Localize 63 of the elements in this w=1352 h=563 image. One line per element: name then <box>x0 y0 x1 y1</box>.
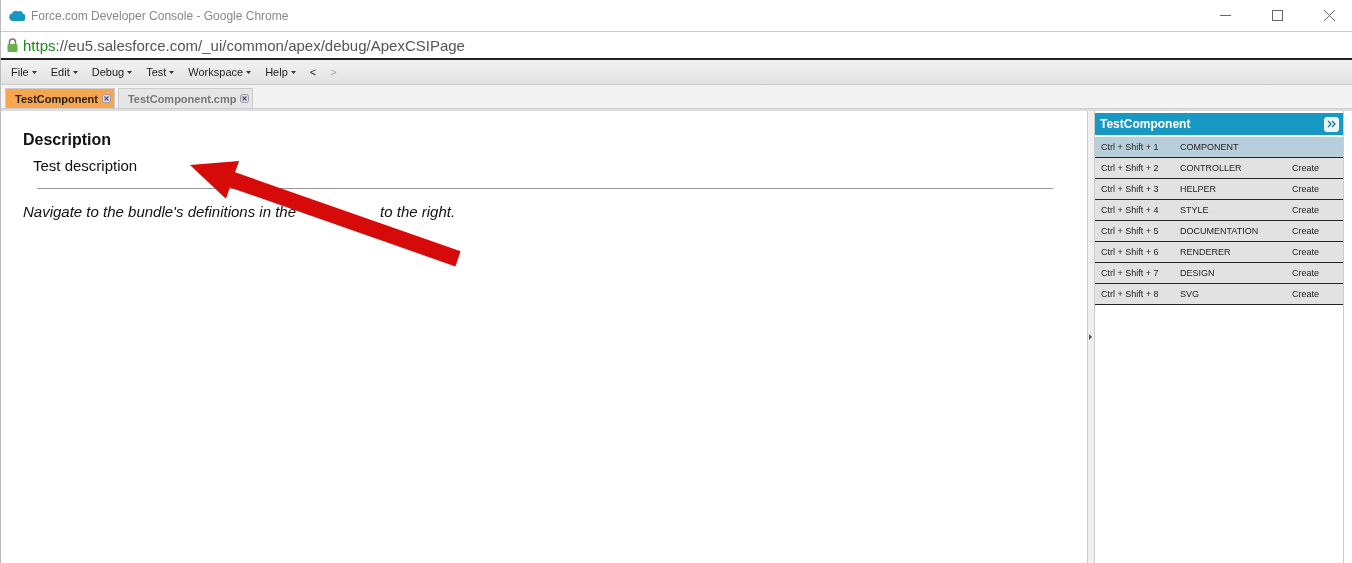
shortcut-text: Ctrl + Shift + 1 <box>1101 142 1160 152</box>
shortcut-text: Ctrl + Shift + 8 <box>1101 289 1160 299</box>
close-icon[interactable] <box>240 94 250 103</box>
bundle-row[interactable]: Ctrl + Shift + 7 DESIGN Create <box>1095 263 1343 284</box>
create-link[interactable]: Create <box>1292 184 1319 194</box>
cloud-icon <box>9 10 25 21</box>
close-icon[interactable] <box>101 94 111 103</box>
caret-icon <box>127 70 133 74</box>
bundle-row[interactable]: Ctrl + Shift + 8 SVG Create <box>1095 284 1343 305</box>
close-icon <box>1323 10 1335 21</box>
bundle-row[interactable]: Ctrl + Shift + 3 HELPER Create <box>1095 179 1343 200</box>
menu-item[interactable]: Help <box>265 66 296 78</box>
maximize-icon <box>1271 10 1283 21</box>
definition-name: DESIGN <box>1180 268 1216 278</box>
bundle-row[interactable]: Ctrl + Shift + 6 RENDERER Create <box>1095 242 1343 263</box>
menu-item[interactable]: Debug <box>91 66 133 78</box>
definition-name: DOCUMENTATION <box>1180 226 1260 236</box>
minimize-icon <box>1219 15 1231 16</box>
menu-item[interactable]: Test <box>146 66 175 78</box>
caret-icon <box>169 70 175 74</box>
definition-name: SVG <box>1180 289 1200 299</box>
editor-tab[interactable]: TestComponent.cmp <box>117 88 254 108</box>
create-link[interactable]: Create <box>1292 268 1319 278</box>
shortcut-text: Ctrl + Shift + 3 <box>1101 184 1160 194</box>
caret-icon <box>246 70 252 74</box>
hint-text: to the right. <box>380 203 456 220</box>
definition-name: HELPER <box>1180 184 1217 194</box>
url-text[interactable]: https://eu5.salesforce.com/_ui/common/apex/debug/ApexCSIPage <box>23 36 465 54</box>
shortcut-text: Ctrl + Shift + 7 <box>1101 268 1160 278</box>
menu-item[interactable]: Workspace <box>188 66 252 78</box>
menu-item[interactable]: Edit <box>50 66 78 78</box>
caret-icon <box>72 70 78 74</box>
bundle-row[interactable]: Ctrl + Shift + 2 CONTROLLER Create <box>1095 158 1343 179</box>
caret-icon <box>31 70 37 74</box>
bundle-row[interactable]: Ctrl + Shift + 5 DOCUMENTATION Create <box>1095 221 1343 242</box>
section-heading: Description <box>23 131 112 149</box>
create-link[interactable]: Create <box>1292 247 1319 257</box>
shortcut-text: Ctrl + Shift + 5 <box>1101 226 1160 236</box>
editor-tab[interactable]: TestComponent <box>5 88 115 108</box>
shortcut-text: Ctrl + Shift + 2 <box>1101 163 1160 173</box>
caret-icon <box>290 70 296 74</box>
create-link[interactable]: Create <box>1292 289 1319 299</box>
panel-title: TestComponent <box>1100 117 1191 131</box>
lock-icon <box>7 38 18 52</box>
shortcut-text: Ctrl + Shift + 4 <box>1101 205 1160 215</box>
hint-text: Navigate to the bundle's definitions in the <box>23 203 297 220</box>
collapse-handle-icon[interactable] <box>1088 334 1093 340</box>
definition-name: CONTROLLER <box>1180 163 1243 173</box>
bundle-row[interactable]: Ctrl + Shift + 1 COMPONENT <box>1095 137 1343 158</box>
bundle-row[interactable]: Ctrl + Shift + 4 STYLE Create <box>1095 200 1343 221</box>
description-text: Test description <box>33 157 139 174</box>
create-link[interactable]: Create <box>1292 226 1319 236</box>
menu-item[interactable]: File <box>11 66 37 78</box>
definition-name: COMPONENT <box>1180 142 1240 152</box>
collapse-button[interactable] <box>1324 116 1339 132</box>
shortcut-text: Ctrl + Shift + 6 <box>1101 247 1160 257</box>
definition-name: RENDERER <box>1180 247 1232 257</box>
create-link[interactable]: Create <box>1292 163 1319 173</box>
nav-button[interactable]: < <box>309 66 317 78</box>
window-title: Force.com Developer Console - Google Chrome <box>31 8 290 23</box>
create-link[interactable]: Create <box>1292 205 1319 215</box>
definition-name: STYLE <box>1180 205 1210 215</box>
chevrons-icon <box>1327 120 1336 128</box>
